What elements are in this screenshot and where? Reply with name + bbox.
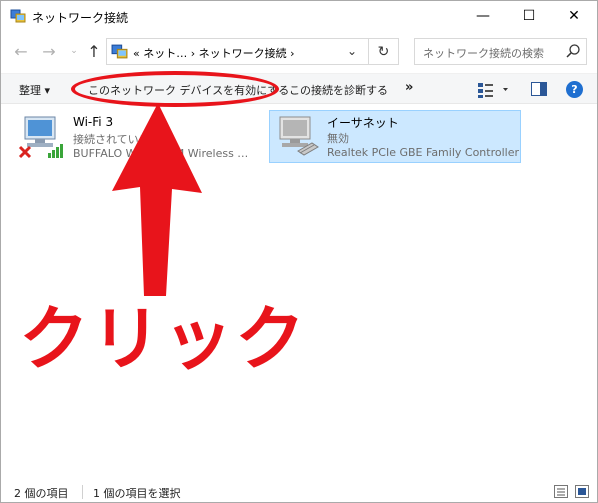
navigation-bar: ← → ⌄ ↑ « ネット… › ネットワーク接続 › ⌄ ↻ ネットワーク接続… — [1, 31, 597, 71]
connection-device: Realtek PCIe GBE Family Controller — [327, 146, 520, 159]
organize-menu-button[interactable]: 整理 ▾ — [19, 82, 50, 98]
breadcrumb[interactable]: « ネット… › ネットワーク接続 › — [133, 45, 295, 61]
back-button[interactable]: ← — [11, 41, 31, 61]
large-icons-view-icon[interactable] — [575, 485, 589, 498]
up-button[interactable]: ↑ — [84, 41, 104, 61]
maximize-button[interactable]: ☐ — [506, 1, 552, 31]
search-placeholder: ネットワーク接続の検索 — [423, 47, 544, 60]
connection-name: イーサネット — [327, 116, 399, 130]
refresh-button[interactable]: ↻ — [369, 38, 399, 65]
minimize-button[interactable]: — — [460, 1, 506, 31]
help-button[interactable]: ? — [566, 81, 583, 98]
more-commands-button[interactable]: » — [405, 80, 413, 95]
details-view-icon[interactable] — [554, 485, 568, 498]
chevron-down-icon[interactable]: ⌄ — [347, 44, 357, 58]
wireless-adapter-disconnected-icon — [18, 116, 63, 159]
connection-item-ethernet[interactable]: イーサネット 無効 Realtek PCIe GBE Family Contro… — [269, 110, 521, 163]
explorer-window: ネットワーク接続 — ☐ ✕ ← → ⌄ ↑ « ネット… › ネットワーク接続… — [0, 0, 598, 503]
network-connections-icon — [10, 9, 26, 23]
preview-pane-icon[interactable] — [531, 82, 547, 96]
annotation-arrow — [112, 103, 202, 296]
search-icon[interactable] — [565, 43, 581, 59]
network-connections-icon — [111, 44, 128, 59]
title-bar: ネットワーク接続 — ☐ ✕ — [1, 1, 597, 31]
recent-locations-button[interactable]: ⌄ — [64, 41, 84, 61]
view-options-icon[interactable] — [477, 81, 513, 99]
diagnose-connection-button[interactable]: この接続を診断する — [289, 82, 388, 98]
ethernet-adapter-disabled-icon — [279, 116, 319, 156]
address-bar[interactable]: « ネット… › ネットワーク接続 › ⌄ — [106, 38, 369, 65]
search-input[interactable]: ネットワーク接続の検索 — [414, 38, 587, 65]
status-divider — [82, 485, 83, 499]
close-button[interactable]: ✕ — [551, 1, 597, 31]
forward-button[interactable]: → — [39, 41, 59, 61]
selected-count: 1 個の項目を選択 — [93, 487, 181, 500]
item-count: 2 個の項目 — [14, 487, 69, 500]
annotation-text: クリック — [19, 298, 307, 380]
window-title: ネットワーク接続 — [32, 11, 129, 25]
connection-status: 無効 — [327, 132, 349, 145]
status-bar: 2 個の項目 1 個の項目を選択 — [1, 482, 597, 502]
